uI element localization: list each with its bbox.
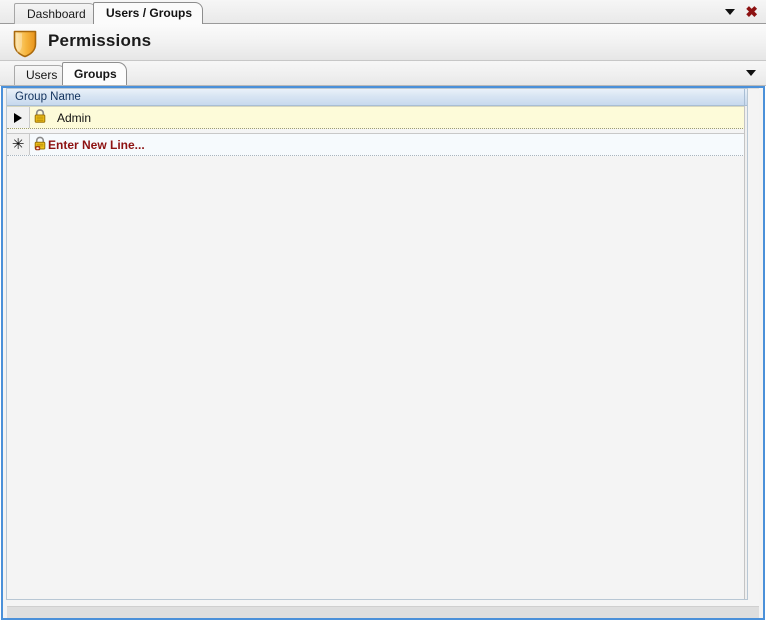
close-icon[interactable]: ✖	[745, 5, 758, 20]
window-tab-dashboard[interactable]: Dashboard	[14, 3, 97, 24]
new-row-label: Enter New Line...	[48, 137, 145, 152]
current-row-indicator[interactable]	[7, 107, 30, 128]
window-tab-users-groups[interactable]: Users / Groups	[93, 2, 204, 24]
group-name-value: Admin	[57, 110, 92, 125]
window-tab-strip: Dashboard Users / Groups ✖	[0, 0, 766, 24]
tab-users-label: Users	[26, 68, 58, 82]
table-row[interactable]: Admin	[7, 106, 747, 129]
lock-add-icon	[32, 135, 48, 154]
inner-tab-strip: Users Groups	[0, 61, 766, 86]
tab-groups[interactable]: Groups	[62, 62, 127, 85]
cell-group-name[interactable]: Admin	[30, 107, 746, 128]
lock-icon	[32, 108, 48, 127]
asterisk-icon: ✳	[11, 135, 25, 153]
page-title: Permissions	[48, 31, 152, 50]
new-row[interactable]: ✳ Enter New Line...	[7, 133, 747, 156]
shield-icon	[10, 27, 40, 59]
column-header-group-name[interactable]: Group Name	[7, 89, 745, 105]
grid-right-edge	[744, 106, 747, 599]
chevron-down-icon[interactable]	[725, 9, 736, 15]
window-tab-dashboard-label: Dashboard	[27, 7, 86, 21]
panel-bottom-strip	[7, 606, 759, 618]
window-tab-users-groups-label: Users / Groups	[106, 6, 193, 20]
new-row-indicator[interactable]: ✳	[7, 134, 30, 155]
grid-header-row: Group Name	[7, 89, 747, 106]
window-tab-controls: ✖	[725, 0, 766, 24]
page-header: Permissions	[0, 24, 766, 61]
groups-grid[interactable]: Group Name Admin ✳ Enter New Line...	[6, 88, 748, 600]
tab-users[interactable]: Users	[14, 65, 68, 85]
tab-groups-label: Groups	[74, 67, 117, 81]
cell-new-group-name[interactable]: Enter New Line...	[30, 134, 746, 155]
triangle-right-icon	[14, 112, 22, 123]
tab-overflow-chevron-down-icon[interactable]	[746, 70, 756, 76]
